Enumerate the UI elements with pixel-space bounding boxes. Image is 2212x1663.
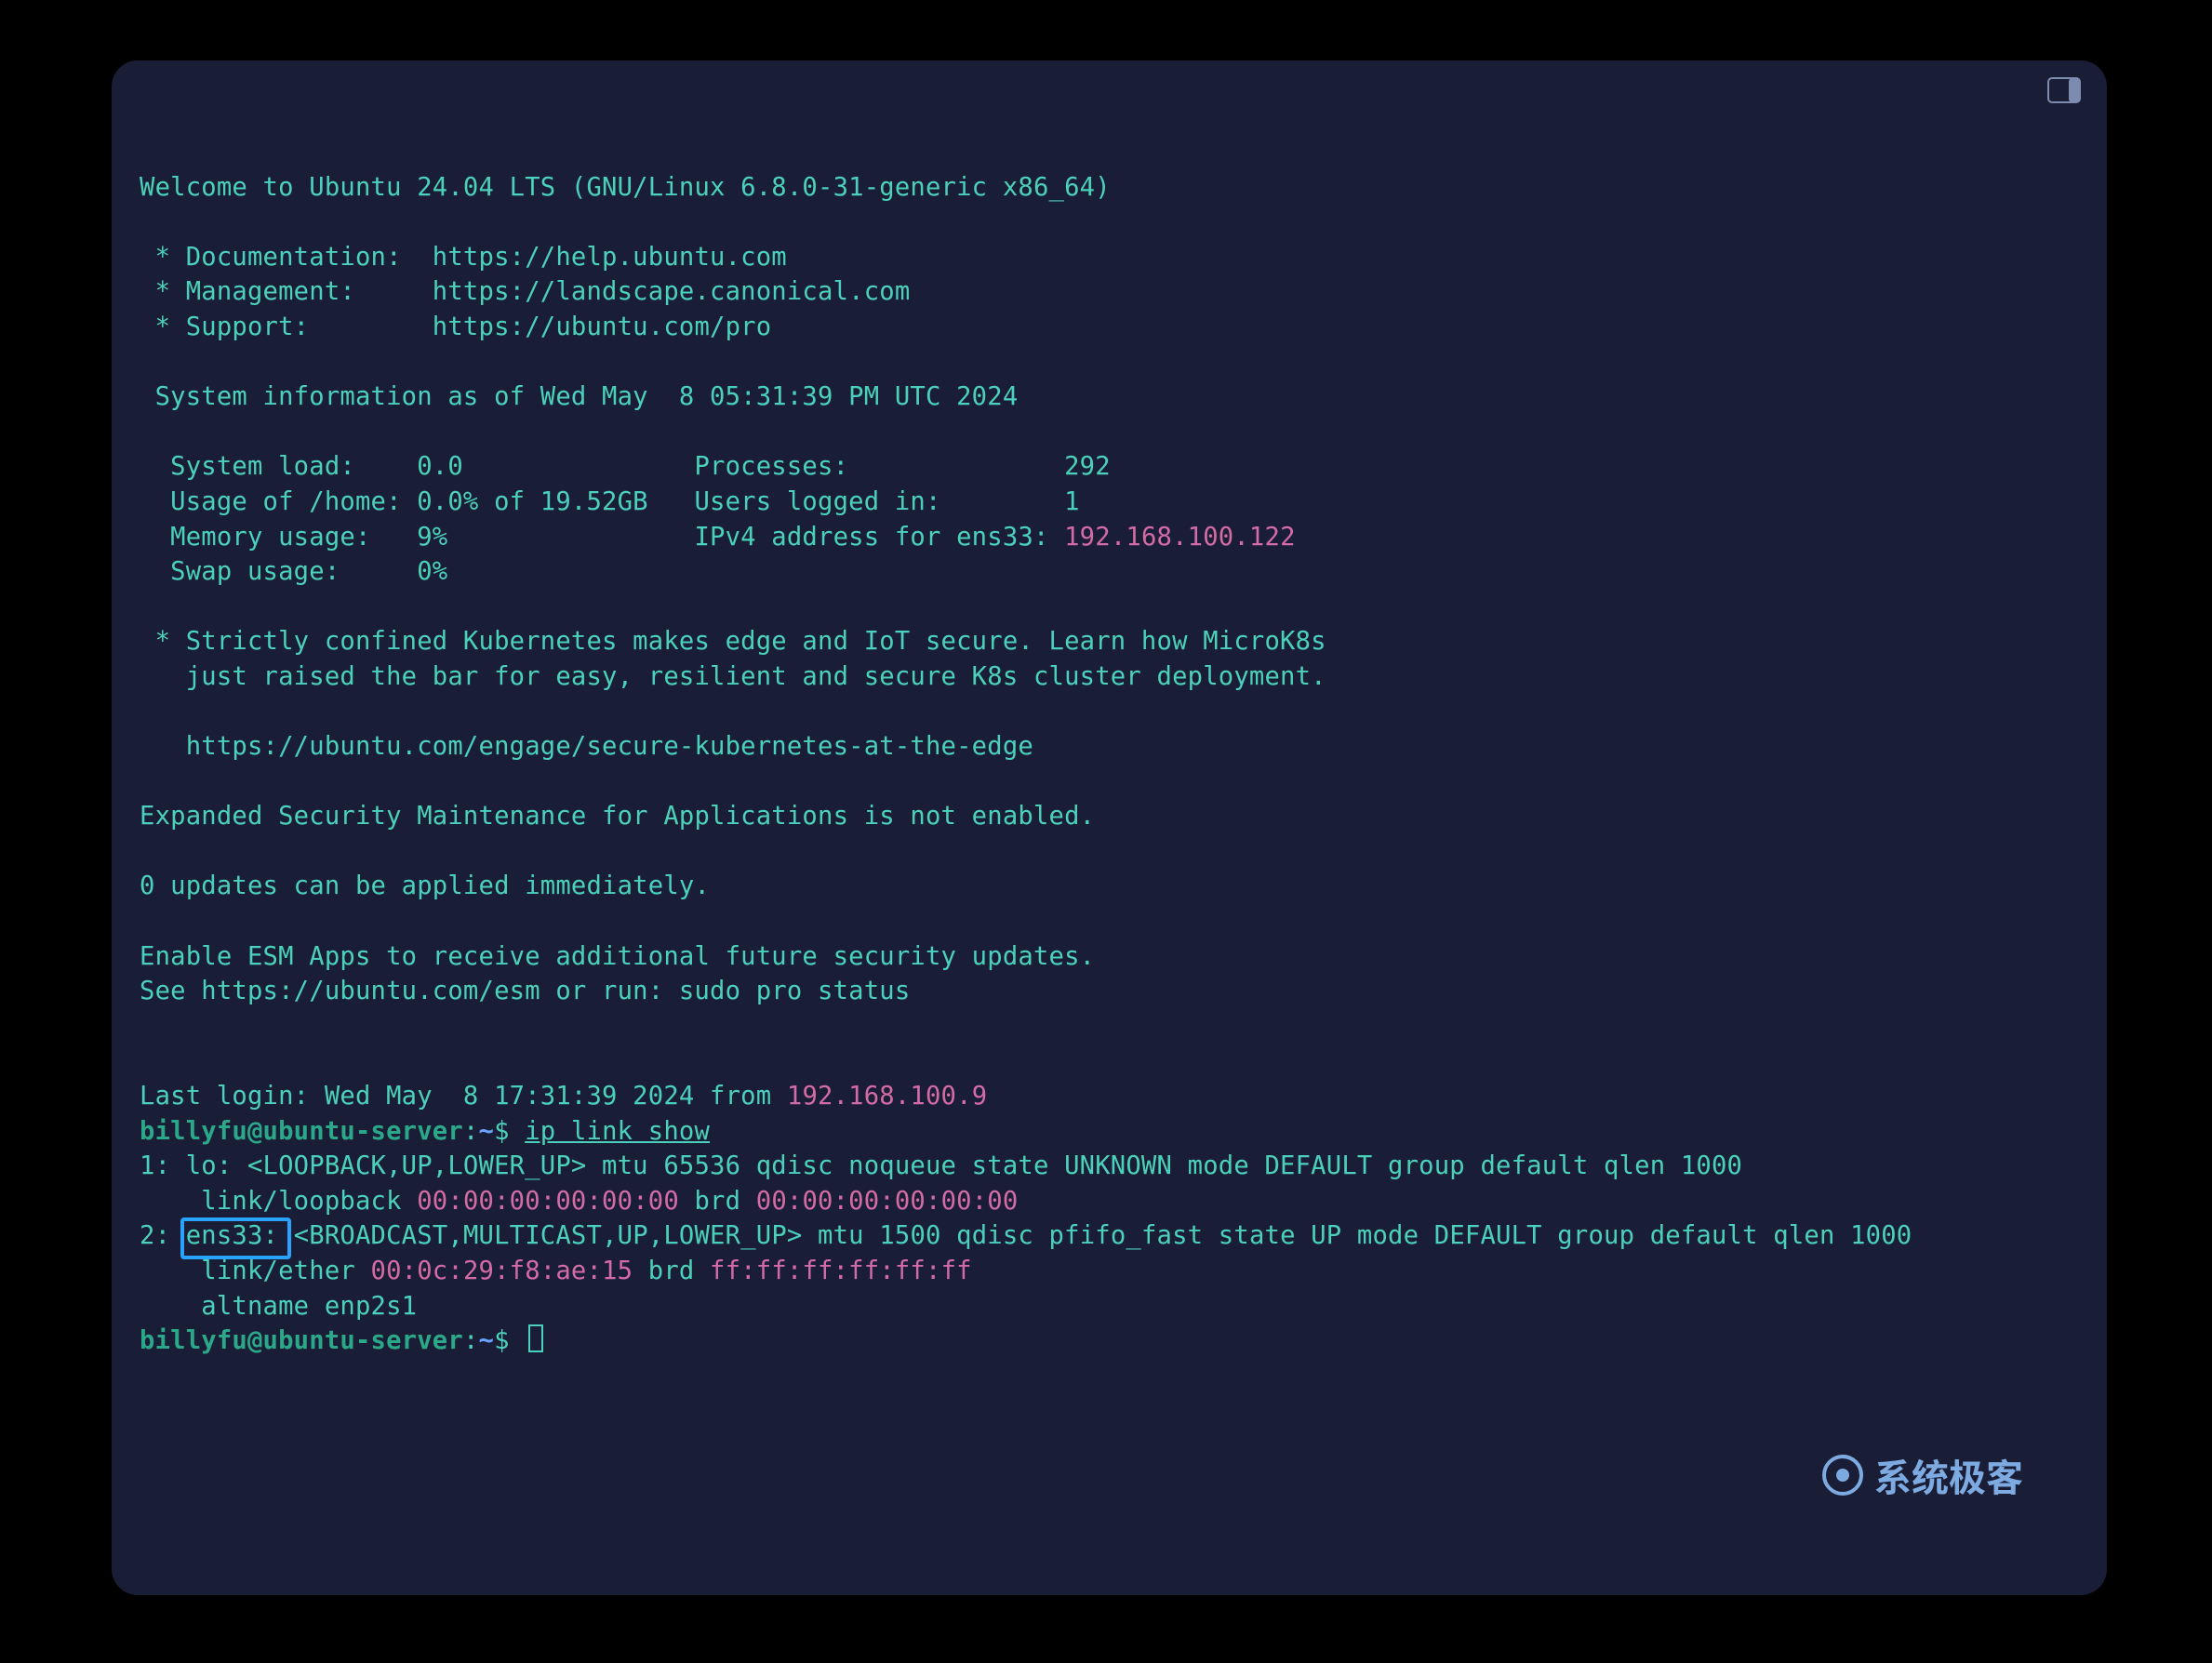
- motd-sup-label: * Support:: [140, 313, 433, 341]
- cursor[interactable]: [528, 1324, 543, 1352]
- motd-ipv4-value: 192.168.100.122: [1064, 523, 1296, 552]
- motd-k8s-url[interactable]: https://ubuntu.com/engage/secure-kuberne…: [140, 732, 1033, 761]
- watermark: 系统极客: [1820, 1448, 2023, 1502]
- iplink-lo-mac: 00:00:00:00:00:00: [417, 1187, 679, 1216]
- watermark-text: 系统极客: [1874, 1448, 2023, 1502]
- prompt-colon: :: [463, 1117, 479, 1146]
- iplink-ens33-brd-label: brd: [633, 1257, 710, 1285]
- motd-esm-1: Expanded Security Maintenance for Applic…: [140, 802, 1095, 831]
- motd-sup-url[interactable]: https://ubuntu.com/pro: [433, 313, 772, 341]
- last-login-a: Last login: Wed May 8 17:31:39 2024 from: [140, 1082, 787, 1111]
- iplink-ens33-mac: 00:0c:29:f8:ae:15: [371, 1257, 633, 1285]
- command-entered: ip link show: [525, 1117, 710, 1146]
- motd-k8s-1: * Strictly confined Kubernetes makes edg…: [140, 627, 1326, 656]
- motd-row-1: System load: 0.0 Processes: 292: [140, 452, 1111, 481]
- motd-doc-url[interactable]: https://help.ubuntu.com: [433, 243, 787, 272]
- iplink-ens33-post: <BROADCAST,MULTICAST,UP,LOWER_UP> mtu 15…: [278, 1221, 1912, 1250]
- iplink-ens33-name: ens33:: [186, 1221, 278, 1250]
- motd-row-3a: Memory usage: 9% IPv4 address for ens33:: [140, 523, 1064, 552]
- motd-mgmt-label: * Management:: [140, 277, 433, 306]
- prompt2-colon: :: [463, 1326, 479, 1355]
- prompt-userhost: billyfu@ubuntu-server: [140, 1117, 463, 1146]
- iplink-ens33-pre: 2:: [140, 1221, 186, 1250]
- last-login-ip: 192.168.100.9: [787, 1082, 987, 1111]
- motd-doc-label: * Documentation:: [140, 243, 433, 272]
- iplink-ens33-altname: altname enp2s1: [140, 1292, 417, 1321]
- iplink-ens33-brd: ff:ff:ff:ff:ff:ff: [710, 1257, 972, 1285]
- terminal-output[interactable]: Welcome to Ubuntu 24.04 LTS (GNU/Linux 6…: [140, 135, 2079, 1567]
- prompt2-symbol: $: [494, 1326, 525, 1355]
- iplink-ens33-link-a: link/ether: [140, 1257, 371, 1285]
- prompt-path: ~: [479, 1117, 495, 1146]
- motd-sysinfo-header: System information as of Wed May 8 05:31…: [140, 382, 1018, 411]
- iplink-lo-header: 1: lo: <LOOPBACK,UP,LOWER_UP> mtu 65536 …: [140, 1151, 1742, 1180]
- motd-mgmt-url[interactable]: https://landscape.canonical.com: [433, 277, 911, 306]
- prompt2-path: ~: [479, 1326, 495, 1355]
- watermark-logo-icon: [1820, 1453, 1865, 1497]
- iplink-lo-brd: 00:00:00:00:00:00: [756, 1187, 1019, 1216]
- motd-row-2: Usage of /home: 0.0% of 19.52GB Users lo…: [140, 487, 1080, 516]
- motd-esm-2: Enable ESM Apps to receive additional fu…: [140, 942, 1095, 971]
- titlebar-split-icon[interactable]: [2047, 77, 2081, 103]
- prompt-symbol: $: [494, 1117, 525, 1146]
- terminal-window: Welcome to Ubuntu 24.04 LTS (GNU/Linux 6…: [112, 60, 2107, 1595]
- motd-row-4: Swap usage: 0%: [140, 557, 447, 586]
- motd-k8s-2: just raised the bar for easy, resilient …: [140, 662, 1326, 691]
- motd-updates: 0 updates can be applied immediately.: [140, 871, 710, 900]
- prompt2-userhost: billyfu@ubuntu-server: [140, 1326, 463, 1355]
- motd-esm-3: See https://ubuntu.com/esm or run: sudo …: [140, 977, 910, 1005]
- motd-welcome: Welcome to Ubuntu 24.04 LTS (GNU/Linux 6…: [140, 173, 1111, 202]
- iplink-lo-brd-label: brd: [679, 1187, 756, 1216]
- iplink-lo-link-a: link/loopback: [140, 1187, 417, 1216]
